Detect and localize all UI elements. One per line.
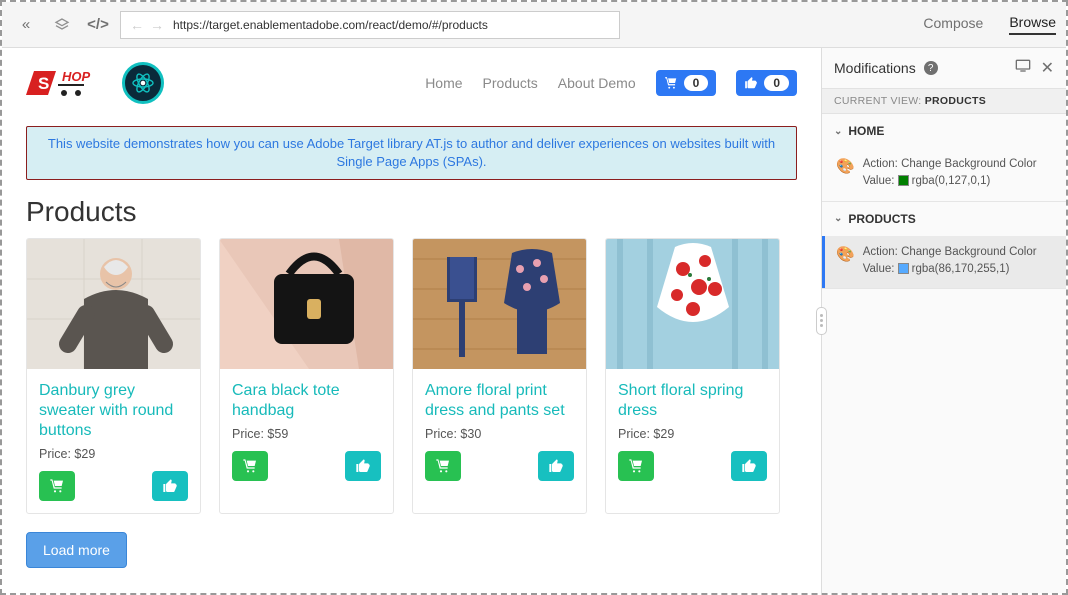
modifications-panel: Modifications ? ✕ CURRENT VIEW: PRODUCTS… [821,48,1066,593]
color-swatch [898,263,909,274]
preview-pane: HOP S Home Products About Demo 0 [2,48,821,593]
color-swatch [898,175,909,186]
cart-count: 0 [684,75,709,91]
site-logo[interactable]: HOP S [26,62,164,104]
nav-forward-icon[interactable]: → [147,17,167,33]
nav-about[interactable]: About Demo [558,75,636,91]
like-button[interactable] [152,471,188,501]
svg-text:S: S [38,74,49,93]
help-icon[interactable]: ? [924,61,938,75]
product-card[interactable]: Amore floral print dress and pants set P… [412,238,587,514]
collapse-left-icon[interactable]: « [12,11,40,39]
editor-toolbar: « </> ← → Compose Browse [2,2,1066,48]
chevron-down-icon: ⌄ [834,213,842,224]
nav-products[interactable]: Products [483,75,538,91]
layers-icon[interactable] [48,11,76,39]
section-title: Products [2,180,821,238]
product-grid: Danbury grey sweater with round buttons … [2,238,821,514]
like-button[interactable] [731,451,767,481]
add-to-cart-button[interactable] [39,471,75,501]
site-header: HOP S Home Products About Demo 0 [2,48,821,118]
modification-item[interactable]: 🎨 Action: Change Background Color Value:… [822,236,1066,289]
add-to-cart-button[interactable] [425,451,461,481]
cart-icon [664,76,678,90]
add-to-cart-button[interactable] [618,451,654,481]
palette-icon: 🎨 [836,245,855,279]
load-more-button[interactable]: Load more [26,532,127,568]
view-toggle-products[interactable]: ⌄ PRODUCTS [822,202,1066,236]
product-price: Price: $30 [425,427,574,441]
nav-home[interactable]: Home [425,75,462,91]
like-button[interactable] [538,451,574,481]
view-section-home: ⌄ HOME 🎨 Action: Change Background Color… [822,114,1066,202]
close-icon[interactable]: ✕ [1041,58,1054,78]
current-view-label: CURRENT VIEW: PRODUCTS [822,89,1066,114]
site-nav: Home Products About Demo 0 0 [425,70,797,96]
view-toggle-home[interactable]: ⌄ HOME [822,114,1066,148]
thumbs-up-icon [744,76,758,90]
browse-mode-link[interactable]: Browse [1009,14,1056,35]
code-icon[interactable]: </> [84,11,112,39]
product-image [220,239,393,369]
product-card[interactable]: Danbury grey sweater with round buttons … [26,238,201,514]
svg-text:HOP: HOP [62,69,91,84]
product-title: Cara black tote handbag [232,381,381,421]
panel-title: Modifications [834,60,916,76]
likes-button[interactable]: 0 [736,70,797,96]
product-image [413,239,586,369]
cart-button[interactable]: 0 [656,70,717,96]
product-price: Price: $29 [618,427,767,441]
product-card[interactable]: Short floral spring dress Price: $29 [605,238,780,514]
product-title: Danbury grey sweater with round buttons [39,381,188,441]
nav-back-icon[interactable]: ← [127,17,147,33]
product-price: Price: $29 [39,447,188,461]
atom-logo-icon [122,62,164,104]
add-to-cart-button[interactable] [232,451,268,481]
modification-item[interactable]: 🎨 Action: Change Background Color Value:… [822,148,1066,201]
viewport-icon[interactable] [1015,58,1031,78]
likes-count: 0 [764,75,789,91]
url-bar: ← → [120,11,620,39]
product-price: Price: $59 [232,427,381,441]
like-button[interactable] [345,451,381,481]
view-section-products: ⌄ PRODUCTS 🎨 Action: Change Background C… [822,202,1066,290]
panel-header: Modifications ? ✕ [822,48,1066,89]
compose-mode-link[interactable]: Compose [923,15,983,34]
info-banner: This website demonstrates how you can us… [26,126,797,180]
product-title: Amore floral print dress and pants set [425,381,574,421]
chevron-down-icon: ⌄ [834,126,842,137]
shop-logo-icon: HOP S [26,63,116,103]
product-image [27,239,200,369]
product-card[interactable]: Cara black tote handbag Price: $59 [219,238,394,514]
palette-icon: 🎨 [836,157,855,191]
panel-resizer-handle[interactable] [816,307,827,335]
product-image [606,239,779,369]
url-input[interactable] [173,18,613,32]
product-title: Short floral spring dress [618,381,767,421]
